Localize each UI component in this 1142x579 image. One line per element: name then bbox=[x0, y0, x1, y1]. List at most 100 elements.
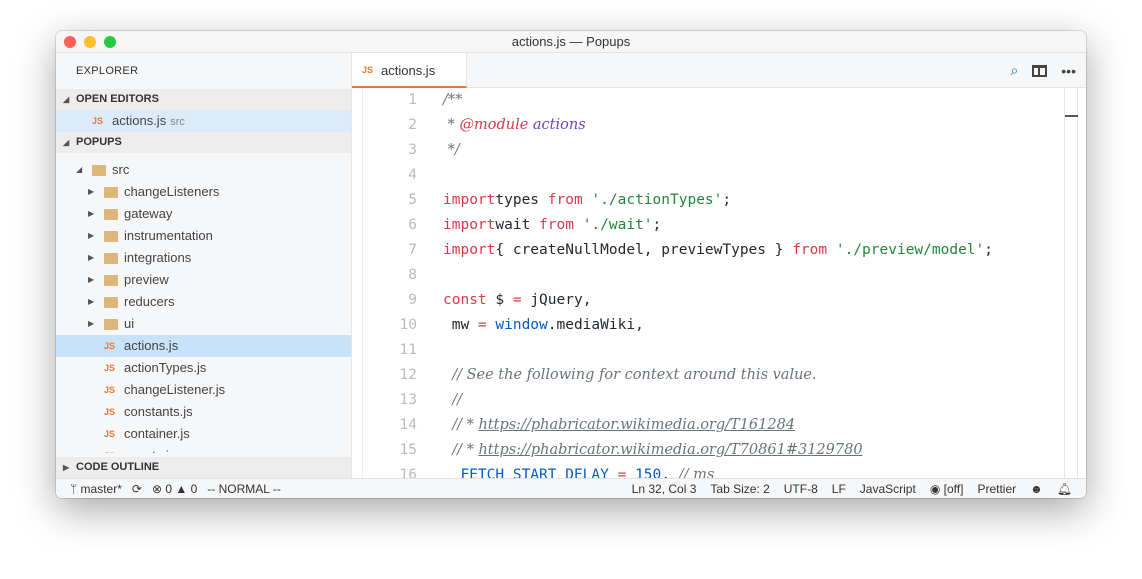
tree-folder[interactable]: ▶ ui bbox=[56, 313, 351, 335]
line-number: 3 bbox=[408, 142, 417, 158]
split-editor-icon[interactable] bbox=[1032, 64, 1048, 77]
code-token: mw bbox=[443, 317, 478, 333]
tree-folder[interactable]: ▶ reducers bbox=[56, 291, 351, 313]
eol[interactable]: LF bbox=[832, 479, 846, 498]
code-token: from bbox=[792, 242, 828, 258]
tree-file[interactable]: JS actionTypes.js bbox=[56, 357, 351, 379]
js-file-icon: JS bbox=[92, 116, 104, 126]
tree-file[interactable]: JS actions.js bbox=[56, 335, 351, 357]
code-token: // See the following for context around … bbox=[443, 367, 817, 383]
expand-icon: ▶ bbox=[88, 209, 95, 218]
code-token: = bbox=[512, 292, 522, 308]
problems[interactable]: ⊗ 0 ▲ 0 bbox=[152, 479, 197, 498]
zoom-button[interactable] bbox=[104, 36, 116, 48]
folder-icon bbox=[104, 275, 118, 286]
tab-actions-js[interactable]: JS actions.js bbox=[352, 53, 467, 88]
status-bar: ᛘ master* ⟳ ⊗ 0 ▲ 0 -- NORMAL -- Ln 32, … bbox=[56, 478, 1086, 498]
code-token: // * bbox=[443, 417, 479, 433]
eye-icon: ◉ bbox=[929, 482, 941, 496]
code-token: /** bbox=[443, 92, 463, 108]
open-changes-icon[interactable]: ⌕ bbox=[1010, 62, 1018, 79]
js-file-icon: JS bbox=[362, 65, 374, 75]
js-file-icon: JS bbox=[104, 407, 116, 417]
code-token: './wait' bbox=[573, 217, 653, 233]
collapse-icon: ◢ bbox=[76, 165, 83, 174]
js-file-icon: JS bbox=[104, 429, 116, 439]
project-header[interactable]: ◢ POPUPS bbox=[56, 132, 351, 153]
line-number: 12 bbox=[399, 367, 417, 383]
code-token: FETCH_START_DELAY bbox=[443, 467, 609, 478]
line-number: 13 bbox=[399, 392, 417, 408]
line-number: 2 bbox=[408, 117, 417, 133]
expand-icon: ▶ bbox=[88, 253, 95, 262]
folder-icon bbox=[104, 253, 118, 264]
code-token: wait bbox=[495, 217, 540, 233]
close-button[interactable] bbox=[64, 36, 76, 48]
code-token: https://phabricator.wikimedia.org/T70861… bbox=[478, 442, 863, 458]
expand-icon: ▶ bbox=[88, 187, 95, 196]
code-token: types bbox=[495, 192, 548, 208]
code-token: .mediaWiki, bbox=[547, 317, 644, 333]
more-icon[interactable]: ••• bbox=[1061, 63, 1076, 79]
code-outline-header[interactable]: ▶ CODE OUTLINE bbox=[56, 457, 351, 478]
code-token: { createNullModel, previewTypes } bbox=[495, 242, 793, 258]
formatter[interactable]: Prettier bbox=[977, 479, 1016, 498]
line-number: 10 bbox=[399, 317, 417, 333]
code-token: = bbox=[477, 317, 487, 333]
folder-icon bbox=[92, 165, 106, 176]
expand-icon: ▶ bbox=[88, 319, 95, 328]
folder-icon bbox=[104, 209, 118, 220]
tree-folder[interactable]: ▶ integrations bbox=[56, 247, 351, 269]
code-editor[interactable]: 1/** 2 * @module actions 3 */4 5 importtypes… bbox=[352, 88, 1086, 478]
open-editor-item[interactable]: JS actions.js src bbox=[56, 110, 351, 132]
feedback-smiley-icon[interactable]: ☻ bbox=[1030, 479, 1043, 498]
code-token: jQuery, bbox=[521, 292, 592, 308]
sidebar: EXPLORER ◢ OPEN EDITORS JS actions.js src ◢… bbox=[56, 53, 352, 478]
code-token: * bbox=[443, 117, 460, 133]
line-number: 11 bbox=[399, 342, 417, 358]
live-share[interactable]: ◉ [off] bbox=[930, 479, 964, 498]
code-token: ; bbox=[984, 242, 993, 258]
minimize-button[interactable] bbox=[84, 36, 96, 48]
tab-size[interactable]: Tab Size: 2 bbox=[710, 479, 769, 498]
encoding[interactable]: UTF-8 bbox=[784, 479, 818, 498]
code-token: */ bbox=[443, 142, 460, 158]
js-file-icon: JS bbox=[104, 445, 115, 453]
tree-folder-src[interactable]: ◢ src bbox=[56, 159, 351, 181]
window-title: actions.js — Popups bbox=[511, 34, 631, 49]
line-number: 15 bbox=[399, 442, 417, 458]
code-token: 150 bbox=[626, 467, 662, 478]
code-token: // ms bbox=[678, 467, 715, 478]
code-token: ; bbox=[652, 217, 662, 233]
tree-file[interactable]: JScounts.js bbox=[56, 445, 351, 453]
tree-folder[interactable]: ▶ changeListeners bbox=[56, 181, 351, 203]
tab-bar: JS actions.js ⌕ ••• bbox=[352, 53, 1086, 88]
collapse-icon: ◢ bbox=[63, 138, 70, 147]
git-branch[interactable]: ᛘ master* bbox=[70, 479, 122, 498]
line-number: 1 bbox=[408, 92, 417, 108]
line-number: 14 bbox=[399, 417, 417, 433]
scrollbar[interactable] bbox=[1064, 88, 1078, 478]
language-mode[interactable]: JavaScript bbox=[860, 479, 916, 498]
notifications-bell-icon[interactable]: 🔔︎ bbox=[1057, 479, 1072, 498]
line-number: 9 bbox=[408, 292, 417, 308]
tree-folder[interactable]: ▶ instrumentation bbox=[56, 225, 351, 247]
tree-file[interactable]: JS changeListener.js bbox=[56, 379, 351, 401]
collapse-icon: ◢ bbox=[63, 95, 70, 104]
code-token: @module bbox=[459, 117, 529, 133]
code-token: ; bbox=[722, 192, 732, 208]
tree-folder[interactable]: ▶ gateway bbox=[56, 203, 351, 225]
tree-file[interactable]: JS container.js bbox=[56, 423, 351, 445]
open-editors-header[interactable]: ◢ OPEN EDITORS bbox=[56, 89, 351, 110]
cursor-position[interactable]: Ln 32, Col 3 bbox=[632, 479, 697, 498]
code-token: const bbox=[443, 292, 487, 308]
code-token: from bbox=[547, 192, 583, 208]
js-file-icon: JS bbox=[104, 363, 116, 373]
code-token: $ bbox=[486, 292, 513, 308]
expand-icon: ▶ bbox=[63, 463, 70, 472]
tree-file[interactable]: JS constants.js bbox=[56, 401, 351, 423]
folder-icon bbox=[104, 231, 118, 242]
tree-folder[interactable]: ▶ preview bbox=[56, 269, 351, 291]
sync-icon[interactable]: ⟳ bbox=[132, 479, 142, 498]
code-token: actions bbox=[532, 117, 586, 133]
